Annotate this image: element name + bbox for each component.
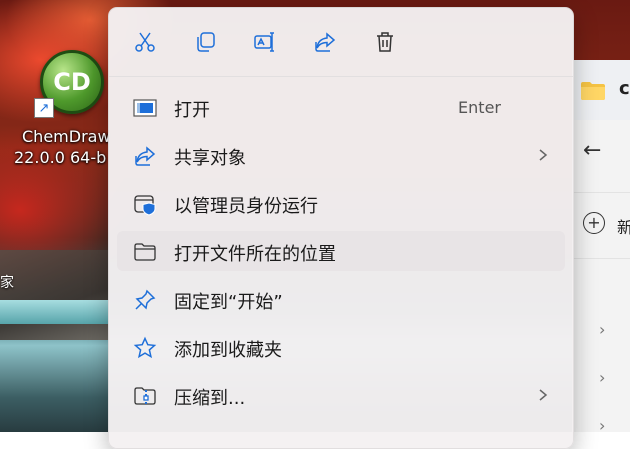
wallpaper-rock: [0, 250, 110, 340]
pin-icon: [133, 288, 157, 312]
file-explorer-window[interactable]: cl ← + 新 › › ›: [572, 60, 630, 435]
chevron-right-icon: [539, 389, 548, 401]
star-icon: [133, 336, 157, 360]
menu-item-share[interactable]: 共享对象: [117, 135, 565, 175]
back-arrow-icon[interactable]: ←: [583, 138, 601, 163]
explorer-divider: [573, 192, 630, 193]
scissors-icon: [135, 32, 155, 52]
menu-item-label: 以管理员身份运行: [174, 196, 318, 217]
desktop-text-fragment: 家: [0, 275, 14, 291]
cut-button[interactable]: [125, 22, 165, 62]
chevron-right-icon[interactable]: ›: [599, 416, 605, 435]
copy-icon: [197, 32, 215, 52]
desktop-icon-label-line1: ChemDraw: [22, 127, 111, 146]
trash-icon: [377, 32, 393, 52]
menu-item-compress-to[interactable]: 压缩到...: [117, 375, 565, 415]
copy-button[interactable]: [185, 22, 225, 62]
menu-item-open-file-location[interactable]: 打开文件所在的位置: [117, 231, 565, 271]
explorer-divider-2: [573, 258, 630, 259]
menu-item-add-to-favorites[interactable]: 添加到收藏夹: [117, 327, 565, 367]
new-plus-icon[interactable]: +: [583, 212, 605, 234]
menu-item-pin-to-start[interactable]: 固定到“开始”: [117, 279, 565, 319]
menu-item-run-as-admin[interactable]: 以管理员身份运行: [117, 183, 565, 223]
chevron-right-icon[interactable]: ›: [599, 368, 605, 387]
rename-icon: [254, 32, 274, 52]
folder-icon: [133, 240, 157, 264]
menu-item-label: 添加到收藏夹: [174, 340, 282, 361]
shortcut-arrow-icon: ↗: [34, 98, 54, 118]
explorer-new-label[interactable]: 新: [617, 214, 630, 238]
desktop-icon-label-line2: 22.0.0 64-b: [14, 148, 107, 167]
menu-item-label: 固定到“开始”: [174, 292, 283, 313]
chevron-right-icon: [539, 149, 548, 161]
explorer-tab-title[interactable]: cl: [619, 78, 630, 99]
context-menu-toolbar: [109, 8, 573, 77]
menu-item-label: 共享对象: [174, 148, 246, 169]
rename-button[interactable]: [245, 22, 285, 62]
menu-item-open[interactable]: 打开 Enter: [117, 87, 565, 127]
chevron-right-icon[interactable]: ›: [599, 320, 605, 339]
folder-icon: [581, 82, 605, 100]
wallpaper-water: [0, 300, 110, 324]
menu-item-shortcut: Enter: [458, 98, 501, 117]
explorer-titlebar[interactable]: cl: [573, 60, 630, 120]
desktop-icon-label: ChemDraw 22.0.0 64-b: [14, 126, 114, 168]
admin-shield-icon: [133, 192, 157, 216]
desktop-shortcut-chemdraw[interactable]: CD ↗ ChemDraw 22.0.0 64-b: [14, 46, 114, 176]
share-icon: [133, 144, 157, 168]
menu-item-label: 压缩到...: [174, 388, 246, 409]
open-window-icon: [133, 96, 157, 120]
share-button[interactable]: [305, 22, 345, 62]
zip-icon: [133, 384, 157, 408]
menu-item-label: 打开: [174, 100, 210, 121]
share-icon: [315, 32, 336, 52]
chemdraw-logo-text: CD: [53, 68, 91, 96]
menu-item-label: 打开文件所在的位置: [174, 244, 336, 265]
delete-button[interactable]: [365, 22, 405, 62]
context-menu: 打开 Enter 共享对象 以管理员身份运行 打开文件所在的位置 固定到“开始”…: [108, 7, 574, 449]
